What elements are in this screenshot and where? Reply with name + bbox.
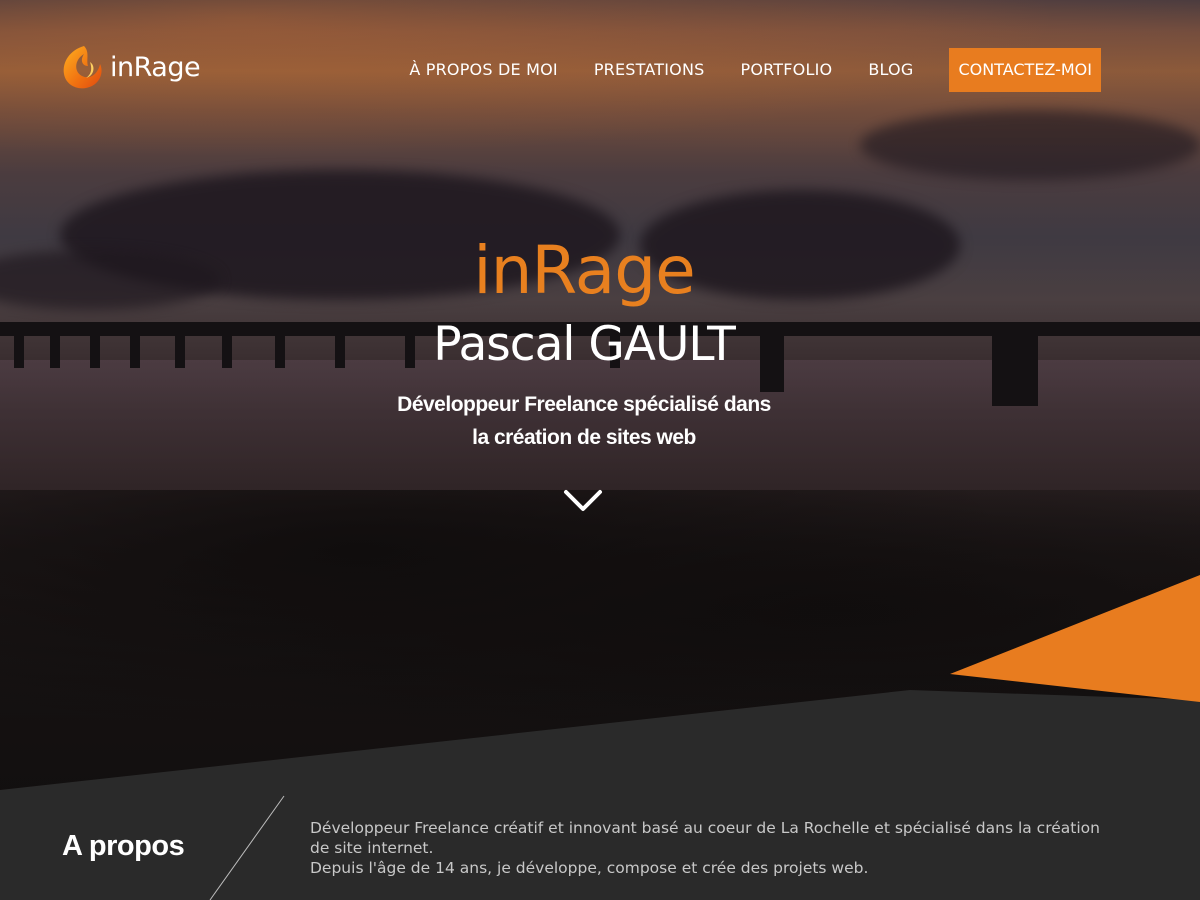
nav-item-portfolio[interactable]: PORTFOLIO (741, 48, 833, 92)
hero-subtitle-line: Développeur Freelance spécialisé dans (397, 393, 771, 416)
main-nav: À PROPOS DE MOI PRESTATIONS PORTFOLIO BL… (373, 48, 1101, 92)
nav-item-blog[interactable]: BLOG (868, 48, 913, 92)
hero-subtitle: Développeur Freelance spécialisé dans la… (0, 388, 1168, 454)
hero-subtitle-line: la création de sites web (472, 426, 696, 449)
nav-item-services[interactable]: PRESTATIONS (594, 48, 705, 92)
nav-item-about[interactable]: À PROPOS DE MOI (409, 48, 558, 92)
hero-title: inRage (473, 232, 696, 309)
chevron-down-icon[interactable] (563, 488, 603, 514)
about-divider-line (209, 795, 285, 900)
cloud (860, 110, 1200, 180)
about-title: A propos (62, 830, 185, 862)
hero-name: Pascal GAULT (433, 317, 736, 372)
site-logo[interactable]: inRage (60, 42, 201, 92)
contact-button[interactable]: CONTACTEZ-MOI (949, 48, 1101, 92)
about-text: Développeur Freelance créatif et innovan… (310, 818, 1100, 878)
about-paragraph: Développeur Freelance créatif et innovan… (310, 819, 1100, 857)
logo-text: inRage (110, 51, 201, 83)
flame-logo-icon (63, 46, 102, 89)
about-paragraph: Depuis l'âge de 14 ans, je développe, co… (310, 859, 869, 877)
rocky-shore (0, 490, 1200, 790)
